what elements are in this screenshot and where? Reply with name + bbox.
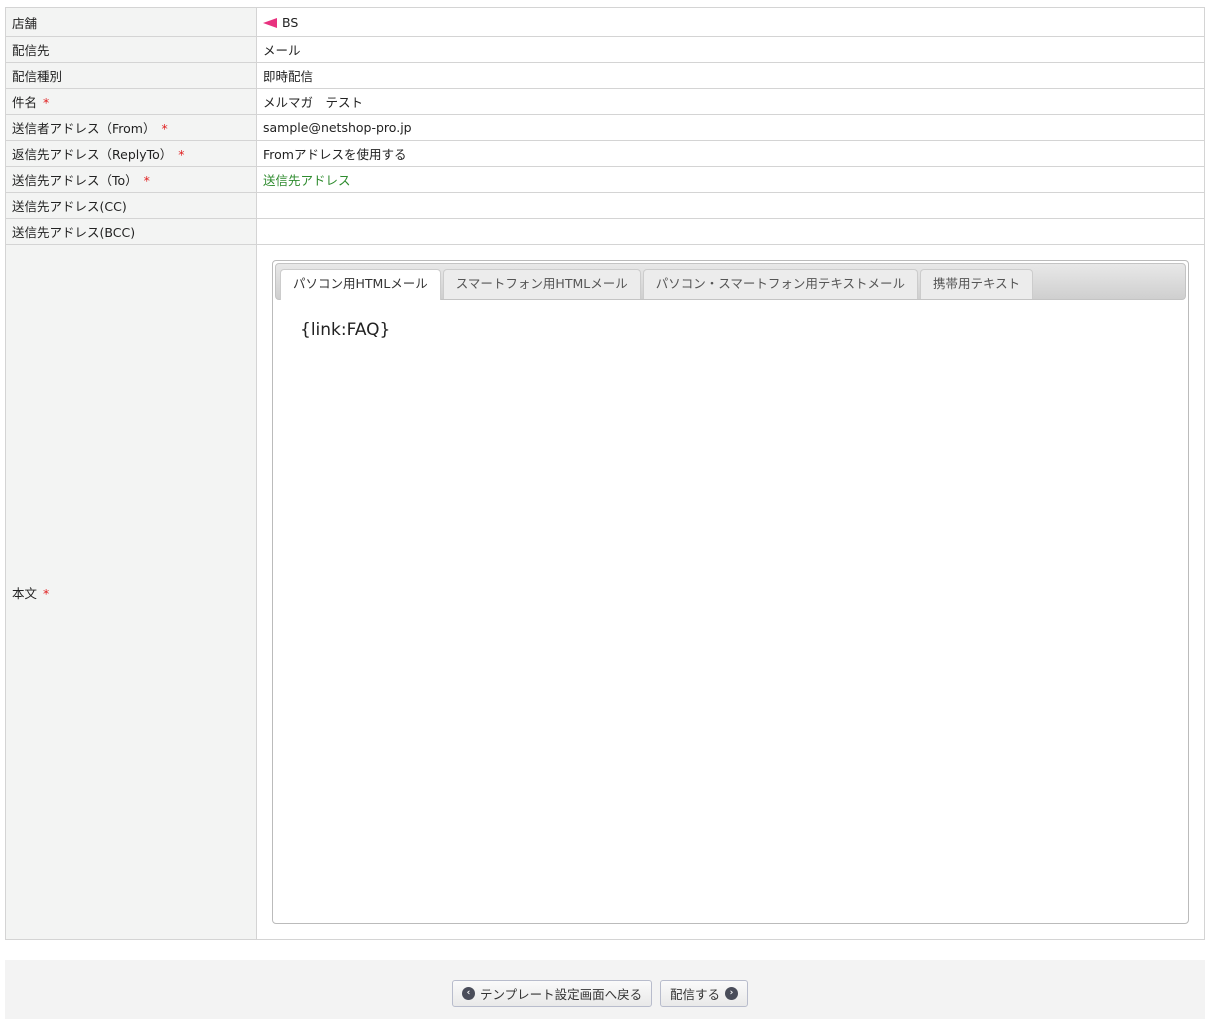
destination-value: メール — [263, 43, 301, 58]
cc-value — [256, 192, 1205, 219]
label: 件名 — [12, 95, 38, 110]
back-label: テンプレート設定画面へ戻る — [480, 987, 643, 1002]
chevron-right-icon: › — [725, 987, 739, 1000]
replyto-value: Fromアドレスを使用する — [263, 147, 407, 162]
body-tabs: パソコン用HTMLメール スマートフォン用HTMLメール パソコン・スマートフォ… — [272, 260, 1189, 924]
row-store: 店舗 BS — [5, 7, 1205, 37]
subject-value: メルマガ テスト — [263, 95, 364, 110]
required-mark: * — [43, 95, 50, 110]
chevron-left-icon: ‹ — [462, 987, 475, 1000]
label: 送信先アドレス(CC) — [12, 199, 127, 214]
label: 返信先アドレス（ReplyTo） — [12, 147, 173, 162]
label: 送信先アドレス（To） — [12, 173, 138, 188]
label: 配信先 — [12, 43, 50, 58]
tab-mobile-text[interactable]: 携帯用テキスト — [919, 269, 1034, 299]
send-label: 配信する — [670, 987, 721, 1002]
send-button[interactable]: 配信する › — [660, 980, 749, 1007]
store-value: BS — [282, 14, 299, 30]
row-destination: 配信先 メール — [5, 36, 1205, 63]
row-to: 送信先アドレス（To） * 送信先アドレス — [5, 166, 1205, 193]
row-delivery-type: 配信種別 即時配信 — [5, 62, 1205, 89]
from-value: sample@netshop-pro.jp — [263, 120, 412, 135]
label: 配信種別 — [12, 69, 63, 84]
row-cc: 送信先アドレス(CC) — [5, 192, 1205, 219]
footer: ‹ テンプレート設定画面へ戻る 配信する › — [5, 960, 1205, 1019]
label: 店舗 — [12, 15, 38, 31]
row-bcc: 送信先アドレス(BCC) — [5, 218, 1205, 245]
row-replyto: 返信先アドレス（ReplyTo） * Fromアドレスを使用する — [5, 140, 1205, 167]
body-content: {link:FAQ} — [300, 320, 391, 340]
required-mark: * — [178, 147, 185, 162]
required-mark: * — [161, 121, 168, 136]
required-mark: * — [43, 585, 50, 601]
tab-text-mail[interactable]: パソコン・スマートフォン用テキストメール — [642, 269, 918, 299]
flag-icon — [263, 17, 277, 28]
row-from: 送信者アドレス（From） * sample@netshop-pro.jp — [5, 114, 1205, 141]
label: 送信者アドレス（From） — [12, 121, 156, 136]
required-mark: * — [143, 173, 150, 188]
tab-smartphone-html[interactable]: スマートフォン用HTMLメール — [442, 269, 641, 299]
delivery-type-value: 即時配信 — [263, 69, 314, 84]
tab-bar: パソコン用HTMLメール スマートフォン用HTMLメール パソコン・スマートフォ… — [275, 263, 1186, 300]
label: 本文 — [12, 585, 38, 601]
label: 送信先アドレス(BCC) — [12, 225, 136, 240]
bcc-value — [256, 218, 1205, 245]
row-subject: 件名 * メルマガ テスト — [5, 88, 1205, 115]
to-address-link[interactable]: 送信先アドレス — [263, 173, 351, 188]
tab-pc-html[interactable]: パソコン用HTMLメール — [280, 269, 441, 300]
back-to-template-button[interactable]: ‹ テンプレート設定画面へ戻る — [452, 980, 653, 1007]
